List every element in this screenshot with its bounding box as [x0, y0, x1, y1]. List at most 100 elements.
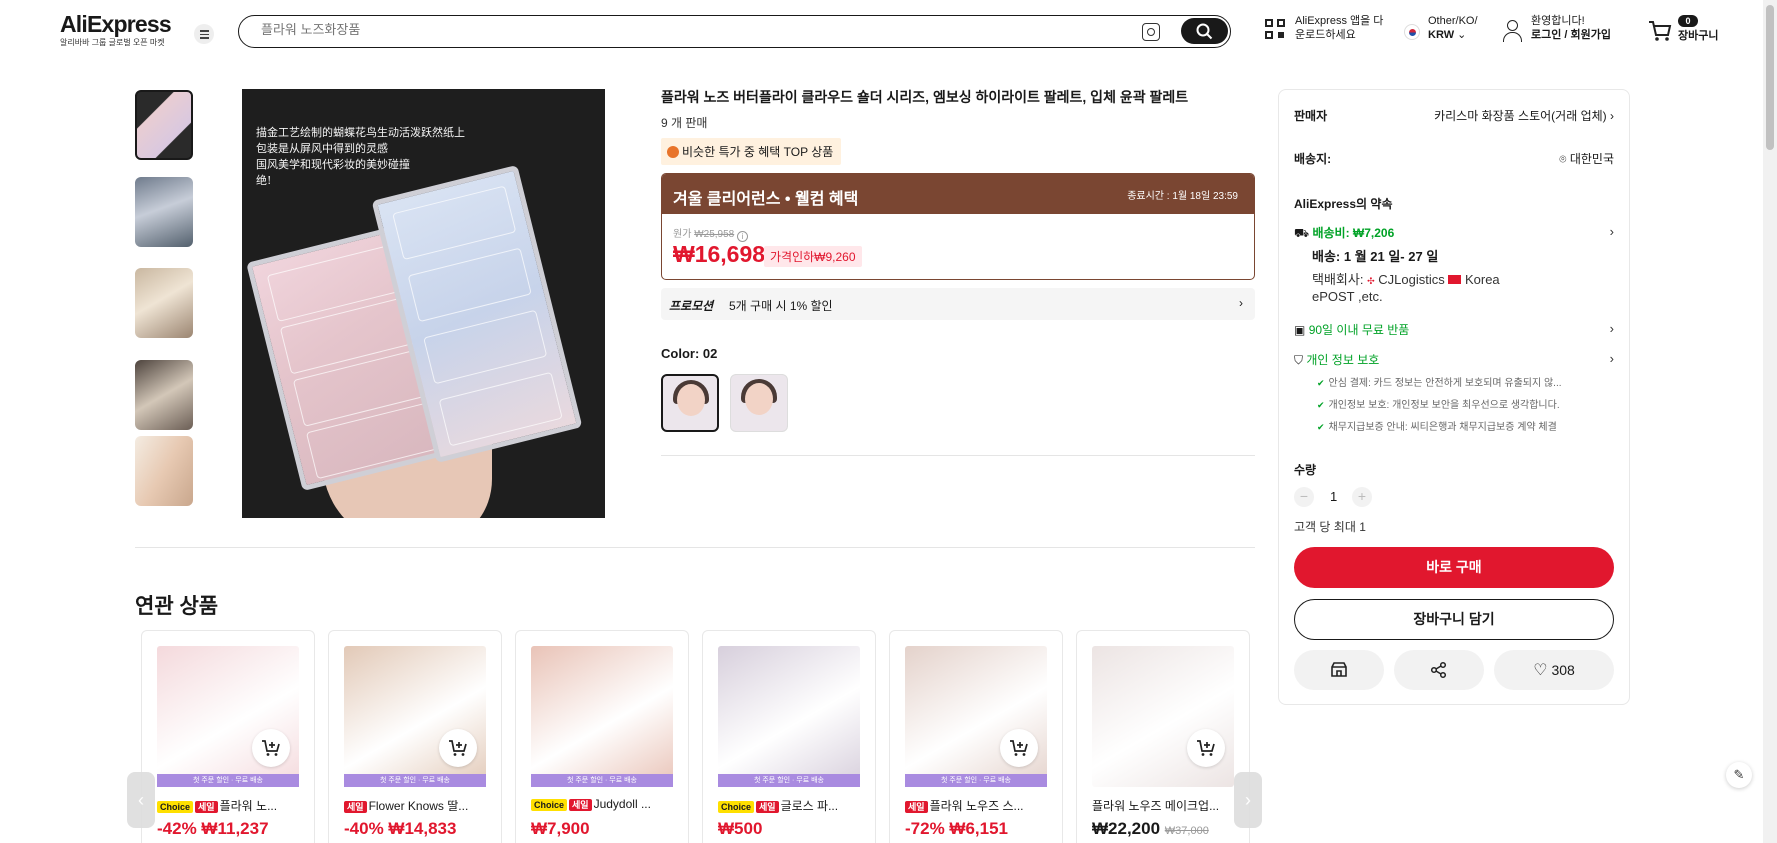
wishlist-count: 308 [1551, 662, 1575, 678]
product-name[interactable]: 플라워 노우즈 메이크업... [1092, 797, 1237, 814]
delivery-date: 배송: 1 월 21 일- 27 일 [1312, 249, 1439, 264]
product-name-text: Flower Knows 딸... [368, 799, 469, 813]
thumbnail-3[interactable] [135, 268, 193, 338]
divider [135, 547, 1255, 548]
shipping-fee: 배송비: ₩7,206 [1312, 226, 1395, 240]
color-swatch-02[interactable] [661, 374, 719, 432]
add-to-cart-button[interactable]: 장바구니 담기 [1294, 599, 1614, 640]
sale-badge: 세일 [344, 801, 367, 813]
privacy-row[interactable]: ⛉ 개인 정보 보호 › [1294, 351, 1614, 368]
promo-strip: 첫 주문 할인 · 무료 배송 [905, 774, 1047, 787]
scrollbar-thumb[interactable] [1766, 5, 1774, 150]
price-value: ₩500 [718, 819, 763, 838]
chevron-down-icon: ⌄ [1457, 29, 1467, 41]
choice-badge: Choice [718, 801, 755, 813]
seller-row[interactable]: 판매자 카리스마 화장품 스토어(거래 업체) › [1294, 107, 1614, 124]
divider [661, 455, 1255, 456]
related-product-card[interactable]: 첫 주문 할인 · 무료 배송 세일 Flower Knows 딸... -40% ₩… [328, 630, 502, 843]
price-value: ₩14,833 [388, 819, 457, 838]
product-thumbnail[interactable] [344, 646, 486, 787]
product-thumbnail[interactable] [531, 646, 673, 787]
product-price: -72% ₩6,151 [905, 819, 1008, 839]
qr-code-icon[interactable] [1265, 19, 1287, 41]
related-product-card[interactable]: 플라워 노우즈 메이크업... ₩22,200 ₩37,000 [1076, 630, 1250, 843]
thumbnail-2[interactable] [135, 177, 193, 247]
purchase-panel: 판매자 카리스마 화장품 스토어(거래 업체) › 배송지: ⌾ 대한민국 Al… [1278, 89, 1630, 705]
related-product-card[interactable]: 첫 주문 할인 · 무료 배송 Choice 세일 플라워 노... -42% ₩11,… [141, 630, 315, 843]
wishlist-button[interactable]: ♡ 308 [1494, 650, 1614, 690]
login-link[interactable]: 로그인 / 회원가입 [1531, 29, 1611, 41]
search-input[interactable] [261, 22, 1041, 37]
category-menu-icon[interactable] [194, 24, 214, 44]
price-value: ₩6,151 [949, 819, 1009, 838]
promotion-row[interactable]: 프로모션 5개 구매 시 1% 할인 › [661, 288, 1255, 320]
user-icon[interactable] [1502, 20, 1522, 42]
product-name[interactable]: 세일 Flower Knows 딸... [344, 797, 489, 814]
account-menu[interactable]: 환영합니다! 로그인 / 회원가입 [1531, 14, 1611, 42]
carousel-prev-button[interactable]: ‹ [127, 772, 155, 828]
share-icon [1430, 661, 1447, 679]
cart-icon[interactable] [1648, 20, 1672, 42]
check-item: 채무지급보증 안내: 씨티은행과 채무지급보증 계약 체결 [1317, 418, 1557, 433]
buy-now-button[interactable]: 바로 구매 [1294, 547, 1614, 588]
promo-body: 원가 ₩25,958 i ₩16,698 가격인하₩9,260 [662, 214, 1254, 279]
shipping-fee-row[interactable]: ⛟ 배송비: ₩7,206 › [1294, 224, 1614, 242]
add-to-cart-icon-button[interactable] [252, 729, 290, 767]
quantity-decrease-button[interactable]: − [1294, 487, 1314, 507]
color-label: Color: 02 [661, 346, 718, 361]
add-to-cart-icon-button[interactable] [439, 729, 477, 767]
seller-name[interactable]: 카리스마 화장품 스토어(거래 업체) › [1434, 107, 1614, 124]
search-icon [1196, 23, 1213, 40]
chevron-right-icon: › [1609, 321, 1614, 336]
ship-to-country[interactable]: ⌾ 대한민국 [1559, 150, 1614, 167]
add-to-cart-icon-button[interactable] [1000, 729, 1038, 767]
sale-price: ₩16,698 [673, 241, 766, 267]
store-button[interactable] [1294, 650, 1384, 690]
edit-feedback-icon[interactable]: ✎ [1726, 762, 1752, 788]
aliexpress-logo[interactable]: AliExpress 알리바바 그룹 글로벌 오픈 마켓 [60, 11, 172, 48]
ship-to-row[interactable]: 배송지: ⌾ 대한민국 [1294, 150, 1614, 167]
product-thumbnail[interactable] [905, 646, 1047, 787]
color-swatch-alt[interactable] [730, 374, 788, 432]
thumbnail-4[interactable] [135, 360, 193, 430]
product-name-text: 플라워 노우즈 메이크업... [1092, 799, 1220, 813]
heart-icon: ♡ [1533, 662, 1548, 679]
app-download-link[interactable]: AliExpress 앱을 다 운로드하세요 [1295, 14, 1383, 42]
add-to-cart-icon-button[interactable] [1187, 729, 1225, 767]
quantity-value[interactable]: 1 [1330, 489, 1337, 504]
product-thumbnail[interactable] [718, 646, 860, 787]
search-button[interactable] [1181, 18, 1228, 44]
related-product-card[interactable]: 첫 주문 할인 · 무료 배송세일 플라워 노우즈 스... -72% ₩6,151 [889, 630, 1063, 843]
product-thumbnail[interactable] [157, 646, 299, 787]
cj-logo-icon: ✣ [1367, 276, 1375, 286]
related-product-card[interactable]: 첫 주문 할인 · 무료 배송 Choice 세일 Judydoll ... ₩7,90… [515, 630, 689, 843]
product-name[interactable]: Choice 세일 글로스 파... [718, 797, 863, 814]
main-product-image[interactable]: 描金工艺绘制的蝴蝶花鸟生动活泼跃然纸上 包装是从屏风中得到的灵感 国风美学和现代… [242, 89, 605, 518]
thumbnail-1[interactable] [135, 90, 193, 160]
cart-plus-icon [449, 740, 467, 756]
image-search-icon[interactable] [1142, 23, 1160, 41]
promo-header: 겨울 클리어런스 • 웰컴 혜택 종료시간 : 1월 18일 23:59 [662, 174, 1254, 214]
product-price: ₩22,200 ₩37,000 [1092, 819, 1209, 839]
promo-strip: 첫 주문 할인 · 무료 배송 [531, 774, 673, 787]
thumbnail-5[interactable] [135, 436, 193, 506]
truck-icon: ⛟ [1294, 226, 1310, 240]
share-button[interactable] [1394, 650, 1484, 690]
page-scrollbar[interactable] [1763, 0, 1777, 843]
discount-percent: -40% [344, 819, 384, 838]
product-price: ₩500 [718, 819, 762, 839]
quantity-increase-button[interactable]: + [1352, 487, 1372, 507]
locale-selector[interactable]: Other/KO/ KRW ⌄ [1428, 14, 1478, 42]
free-return-row[interactable]: ▣ 90일 이내 무료 반품 › [1294, 321, 1614, 338]
privacy-protection: 개인 정보 보호 [1306, 353, 1380, 367]
carousel-next-button[interactable]: › [1234, 772, 1262, 828]
product-name[interactable]: 세일 플라워 노우즈 스... [905, 797, 1050, 814]
product-name[interactable]: Choice 세일 Judydoll ... [531, 797, 676, 811]
logo-brand: AliExpress [60, 11, 172, 37]
related-product-card[interactable]: 첫 주문 할인 · 무료 배송 Choice 세일 글로스 파... ₩500 [702, 630, 876, 843]
carrier-info: 택배회사: ✣ CJLogistics Korea [1312, 272, 1500, 287]
product-name[interactable]: Choice 세일 플라워 노... [157, 797, 302, 814]
product-thumbnail[interactable] [1092, 646, 1234, 787]
store-icon [1331, 662, 1347, 677]
cart-label[interactable]: 장바구니 [1678, 29, 1718, 43]
